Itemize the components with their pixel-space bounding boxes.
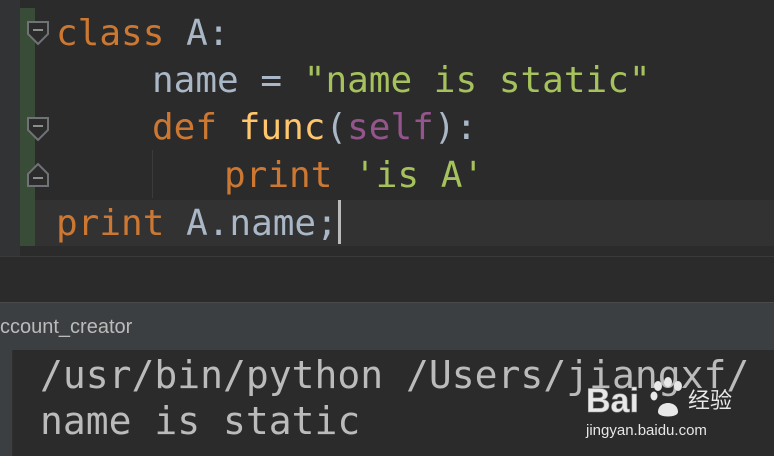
code-line-5[interactable]: print A.name;	[56, 200, 341, 248]
unfold-icon[interactable]	[26, 160, 50, 188]
fold-icon[interactable]	[26, 20, 50, 48]
self-param: self	[347, 107, 434, 148]
keyword-print: print	[224, 155, 333, 196]
run-panel-header: ccount_creator	[0, 302, 774, 352]
watermark-url: jingyan.baidu.com	[586, 422, 707, 439]
string-literal: "name is static"	[303, 60, 651, 101]
keyword-def: def	[152, 107, 218, 148]
attribute-access: A.name;	[186, 203, 338, 244]
editor-panel-divider[interactable]	[0, 256, 774, 303]
code-editor[interactable]: class A: name = "name is static" def fun…	[0, 0, 774, 256]
variable-name: name	[152, 60, 239, 101]
keyword-print: print	[56, 203, 165, 244]
keyword-class: class	[56, 13, 165, 54]
paren-close-colon: ):	[433, 107, 478, 148]
function-name: func	[238, 107, 326, 148]
baidu-jingyan-watermark: Bai 经验 jingyan.baidu.com	[584, 372, 734, 452]
svg-text:Bai: Bai	[586, 382, 639, 420]
ide-window: class A: name = "name is static" def fun…	[0, 0, 774, 456]
run-config-tab[interactable]: ccount_creator	[0, 315, 132, 339]
code-line-2[interactable]: name = "name is static"	[152, 57, 651, 105]
indent-guide	[152, 150, 153, 198]
editor-gutter	[0, 0, 20, 256]
code-line-3[interactable]: def func(self):	[152, 104, 477, 152]
class-name: A:	[186, 13, 230, 54]
baidu-logo: Bai 经验	[586, 377, 732, 420]
text-cursor	[337, 200, 341, 244]
fold-icon[interactable]	[26, 116, 50, 144]
console-output-line: name is static	[40, 399, 361, 443]
paren-open: (	[325, 107, 348, 148]
console-toolbar	[0, 350, 13, 456]
code-line-1[interactable]: class A:	[56, 10, 229, 58]
code-line-4[interactable]: print 'is A'	[224, 152, 484, 200]
string-literal: 'is A'	[354, 155, 485, 196]
watermark-suffix: 经验	[688, 389, 732, 414]
assign-operator: =	[260, 60, 283, 101]
